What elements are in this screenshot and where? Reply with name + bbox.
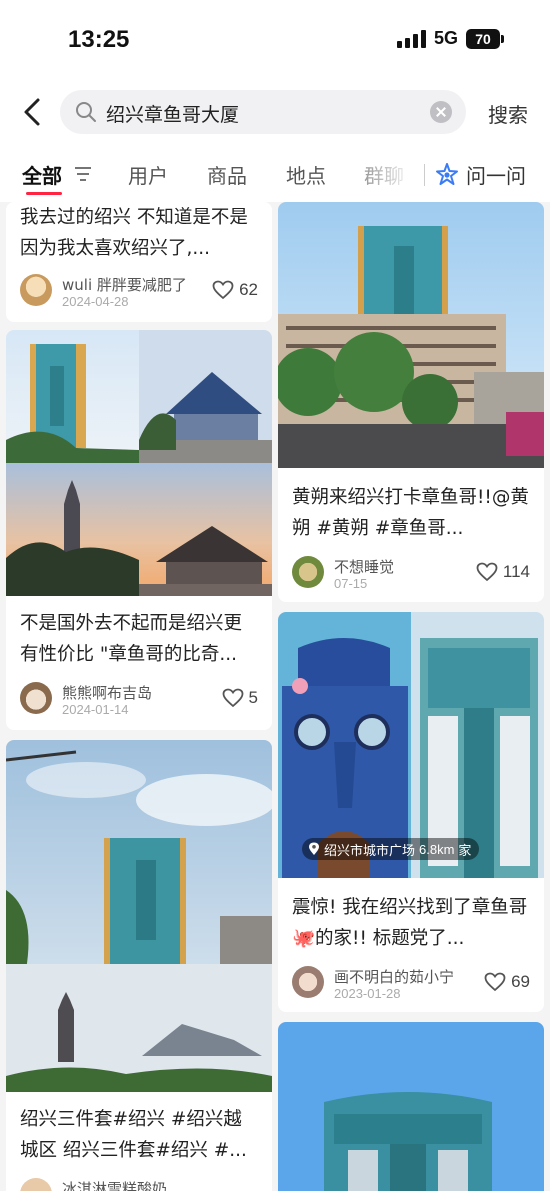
tab-products[interactable]: 商品 xyxy=(207,160,247,189)
active-tab-indicator xyxy=(26,192,62,195)
ask-star-icon xyxy=(436,162,458,185)
location-suffix: 家 xyxy=(458,843,472,859)
card-title: 黄朔来绍兴打卡章鱼哥!!@黄朔 #黄朔 #章鱼哥... xyxy=(292,487,529,539)
search-box[interactable]: 绍兴章鱼哥大厦 xyxy=(60,90,466,134)
avatar xyxy=(20,274,52,306)
search-header: 绍兴章鱼哥大厦 搜索 xyxy=(0,78,550,146)
note-card[interactable] xyxy=(278,1022,544,1191)
tab-places[interactable]: 地点 xyxy=(286,160,326,189)
heart-icon xyxy=(476,562,498,582)
card-date: 2024-01-14 xyxy=(62,702,129,717)
status-time: 13:25 xyxy=(68,26,130,53)
clear-search-icon[interactable] xyxy=(430,101,452,123)
heart-icon xyxy=(222,688,243,708)
ask-button[interactable]: 问一问 xyxy=(434,160,526,189)
like-button[interactable]: 69 xyxy=(484,972,530,992)
network-type: 5G xyxy=(433,28,458,48)
like-count: 114 xyxy=(502,562,530,581)
filter-icon[interactable] xyxy=(74,166,92,182)
heart-icon xyxy=(212,280,234,300)
card-author: wuli 胖胖要减肥了 xyxy=(62,276,187,294)
note-card[interactable]: 绍兴三件套#绍兴 #绍兴越城区 绍兴三件套#绍兴 #... 冰淇淋雪糕酸奶 xyxy=(6,740,272,1191)
card-date: 2024-04-28 xyxy=(62,294,129,309)
like-count: 5 xyxy=(248,688,258,707)
like-button[interactable]: 62 xyxy=(212,280,258,300)
post-image xyxy=(278,1022,544,1191)
post-image xyxy=(6,740,272,1092)
heart-icon xyxy=(484,972,506,992)
tab-divider xyxy=(424,164,425,186)
tab-all[interactable]: 全部 xyxy=(22,160,62,189)
avatar xyxy=(292,556,324,588)
card-title: 我去过的绍兴 不知道是不是因为我太喜欢绍兴了,... xyxy=(20,207,248,259)
search-button[interactable]: 搜索 xyxy=(488,99,528,128)
location-distance: 6.8km xyxy=(419,841,455,857)
like-button[interactable]: 114 xyxy=(476,562,530,582)
tab-users[interactable]: 用户 xyxy=(128,160,168,189)
card-author: 画不明白的茹小宁 xyxy=(334,968,455,986)
like-count: 69 xyxy=(511,972,530,991)
battery-icon: 70 xyxy=(466,28,504,49)
like-count: 62 xyxy=(239,280,258,299)
card-author: 冰淇淋雪糕酸奶 xyxy=(62,1180,168,1191)
note-card[interactable]: 黄朔来绍兴打卡章鱼哥!!@黄朔 #黄朔 #章鱼哥... 不想睡觉 07-15 1… xyxy=(278,202,544,602)
note-card[interactable]: 不是国外去不起而是绍兴更有性价比 "章鱼哥的比奇... 熊熊啊布吉岛 2024-… xyxy=(6,330,272,730)
card-title: 震惊! 我在绍兴找到了章鱼哥🐙的家!! 标题党了... xyxy=(292,897,528,949)
back-arrow-icon[interactable] xyxy=(18,94,48,130)
battery-level: 70 xyxy=(466,28,500,49)
location-tag[interactable]: 绍兴市城市广场 6.8km 家 xyxy=(302,838,480,860)
status-bar: 13:25 5G 70 xyxy=(0,0,550,78)
location-pin-icon xyxy=(309,842,319,855)
cellular-signal-icon xyxy=(396,29,426,48)
search-icon xyxy=(76,102,96,122)
card-date: 2023-01-28 xyxy=(334,986,401,1001)
card-date: 07-15 xyxy=(334,576,368,591)
note-card[interactable]: 绍兴市城市广场 6.8km 家 震惊! 我在绍兴找到了章鱼哥🐙的家!! 标题党了… xyxy=(278,612,544,1012)
note-card[interactable]: 我去过的绍兴 不知道是不是因为我太喜欢绍兴了,... wuli 胖胖要减肥了 2… xyxy=(6,202,272,322)
card-author: 不想睡觉 xyxy=(334,558,395,576)
search-input[interactable]: 绍兴章鱼哥大厦 xyxy=(106,100,239,127)
card-title: 绍兴三件套#绍兴 #绍兴越城区 绍兴三件套#绍兴 #... xyxy=(20,1109,247,1161)
ask-label: 问一问 xyxy=(466,164,526,188)
avatar xyxy=(20,682,52,714)
location-name: 绍兴市城市广场 xyxy=(324,843,416,859)
like-button[interactable]: 5 xyxy=(222,688,258,708)
avatar xyxy=(292,966,324,998)
post-image xyxy=(278,202,544,468)
card-author: 熊熊啊布吉岛 xyxy=(62,684,153,702)
card-title: 不是国外去不起而是绍兴更有性价比 "章鱼哥的比奇... xyxy=(20,613,243,665)
filter-tabs: 全部 用户 商品 地点 群聊 问一问 xyxy=(0,146,550,202)
post-image xyxy=(6,330,272,596)
avatar xyxy=(20,1178,52,1191)
